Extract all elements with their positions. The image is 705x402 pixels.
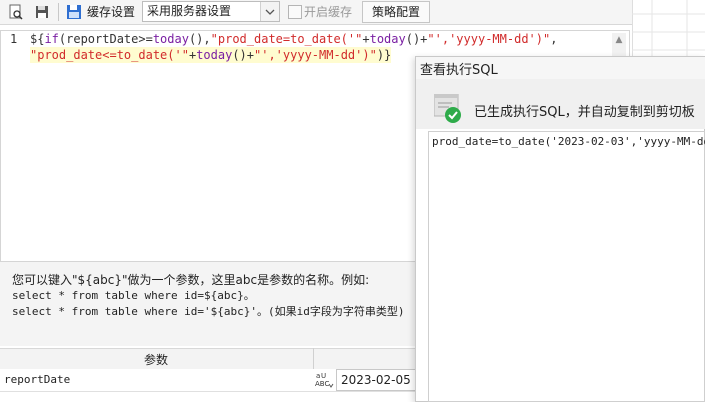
help-line-1: 您可以键入"${abc}"做为一个参数，这里abc是参数的名称。例如: <box>12 273 370 287</box>
code-token: (), <box>188 32 211 46</box>
sql-success-icon <box>434 94 461 123</box>
svg-text:ABC: ABC <box>315 380 329 388</box>
sql-output-text: prod_date=to_date('2023-02-03','yyyy-MM-… <box>432 135 705 148</box>
code-line-1[interactable]: ${if(reportDate>=today(),"prod_date=to_d… <box>30 31 557 47</box>
code-token: ${ <box>30 32 45 46</box>
dialog-title: 查看执行SQL <box>420 63 498 78</box>
code-token: ()+ <box>405 32 428 46</box>
code-token: "','yyyy-MM-dd')" <box>254 48 377 62</box>
save-icon[interactable] <box>34 4 50 20</box>
column-divider[interactable] <box>313 348 314 370</box>
strategy-config-button[interactable]: 策略配置 <box>362 1 430 23</box>
preview-icon[interactable] <box>8 4 24 20</box>
code-token: "prod_date<=to_date('" <box>30 48 189 62</box>
background-grid <box>632 0 705 56</box>
code-token: today <box>196 48 233 62</box>
code-line-2[interactable]: "prod_date<=to_date('"+today()+"','yyyy-… <box>30 47 392 63</box>
params-header <box>0 348 430 370</box>
code-token: today <box>369 32 406 46</box>
params-header-label: 参数 <box>144 353 169 367</box>
help-line-3: select * from table where id='${abc}'。(如… <box>12 305 405 318</box>
code-token: , <box>550 32 558 46</box>
toolbar-separator <box>58 3 59 21</box>
cache-mode-select[interactable]: 采用服务器设置 <box>142 1 280 22</box>
svg-text:a: a <box>316 372 320 380</box>
cache-settings-icon[interactable] <box>66 4 82 20</box>
help-line-2: select * from table where id=${abc}。 <box>12 289 255 302</box>
cache-settings-label: 缓存设置 <box>87 5 136 19</box>
code-token: "prod_date=to_date('" <box>210 32 363 46</box>
code-token: today <box>152 32 189 46</box>
enable-cache-label: 开启缓存 <box>304 5 353 19</box>
dialog-message: 已生成执行SQL，并自动复制到剪切板 <box>474 105 695 120</box>
chevron-down-icon[interactable] <box>260 2 279 21</box>
code-token: if <box>44 32 59 46</box>
code-token: ()+ <box>232 48 254 62</box>
svg-text:U: U <box>321 372 326 380</box>
code-token: "','yyyy-MM-dd')" <box>427 32 551 46</box>
param-value: 2023-02-05 <box>341 373 411 387</box>
code-token: )} <box>376 48 392 62</box>
scroll-up-icon[interactable]: ▲ <box>612 33 626 47</box>
line-number: 1 <box>10 32 18 46</box>
sql-output-area[interactable] <box>428 131 705 402</box>
cache-mode-value: 采用服务器设置 <box>147 4 232 18</box>
param-name: reportDate <box>4 373 71 386</box>
code-token: (reportDate>= <box>58 32 153 46</box>
abc-icon[interactable]: a U ABC <box>313 370 335 390</box>
code-token: + <box>362 32 370 46</box>
enable-cache-checkbox[interactable] <box>288 5 302 19</box>
